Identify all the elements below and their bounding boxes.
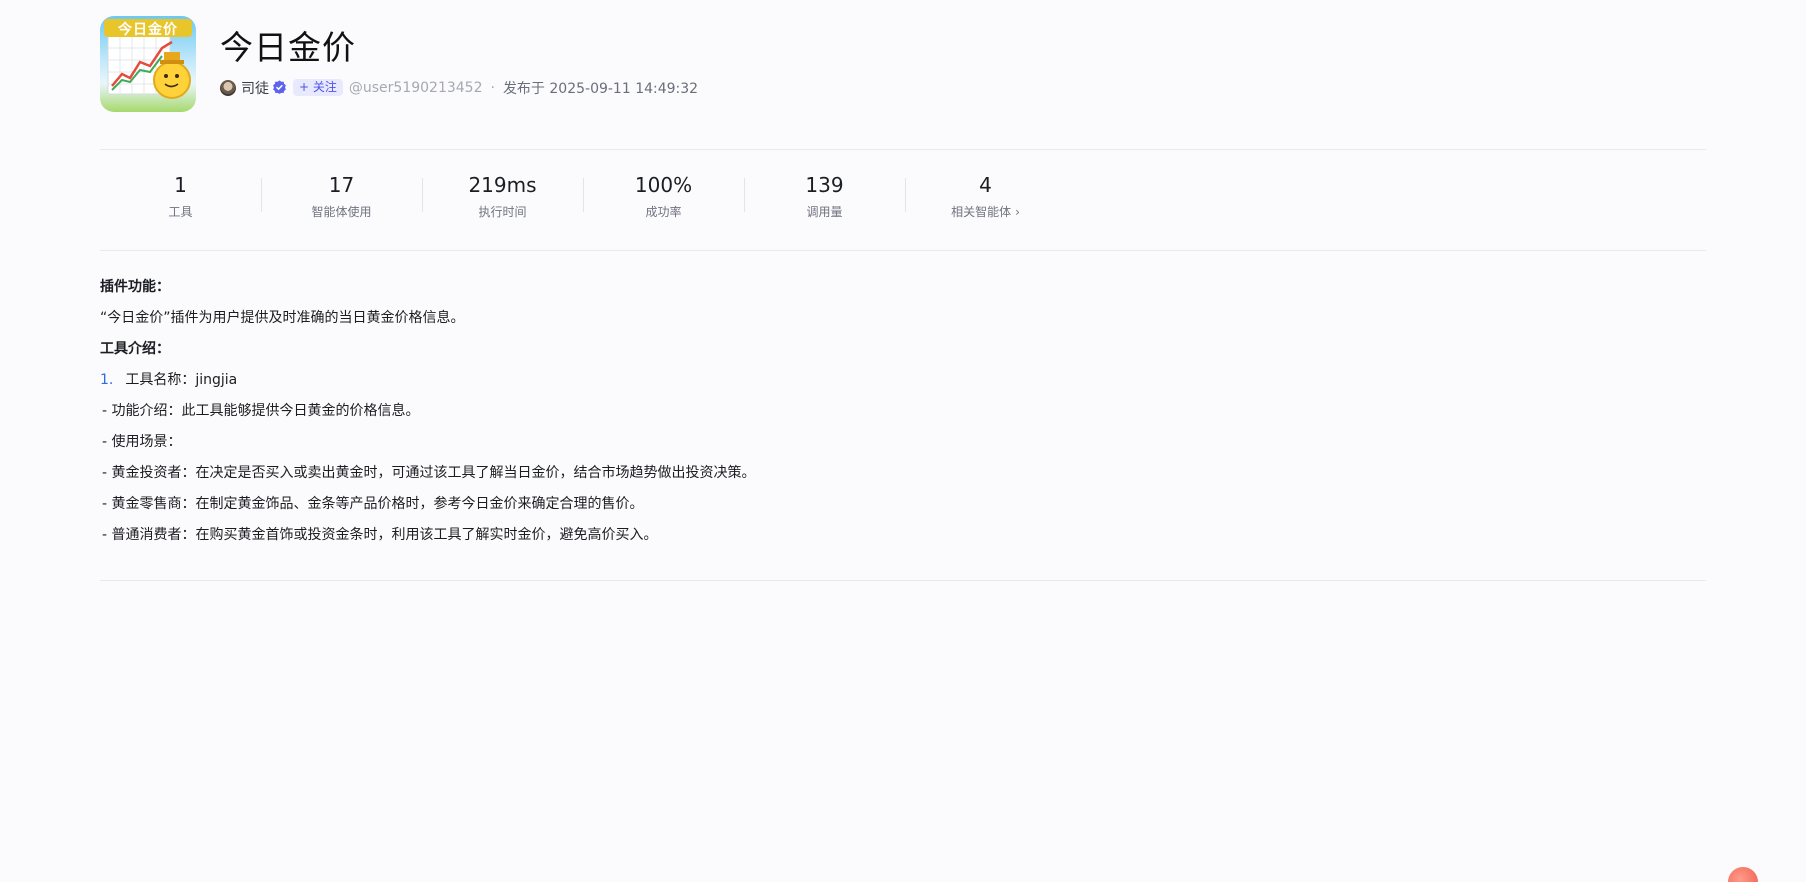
author-avatar[interactable] <box>220 79 236 96</box>
description-line: - 普通消费者：在购买黄金首饰或投资金条时，利用该工具了解实时金价，避免高价买入… <box>102 527 658 543</box>
meta-separator: · <box>490 79 495 96</box>
verified-badge-icon <box>273 80 286 94</box>
stat-value: 4 <box>979 173 992 197</box>
stat-label: 调用量 <box>806 205 843 219</box>
tool-name: 工具名称：jingjia <box>125 372 238 388</box>
stat-agent-usage: 17 智能体使用 <box>261 172 422 220</box>
stat-exec-time: 219ms 执行时间 <box>422 172 583 220</box>
floating-assistant-button[interactable] <box>1728 867 1758 882</box>
related-agents-link[interactable]: 相关智能体 › <box>951 203 1020 220</box>
page-title: 今日金价 <box>220 28 356 67</box>
stat-label-text: 相关智能体 <box>951 205 1012 219</box>
divider-bottom <box>100 580 1706 581</box>
author-meta-row: 司徒 + 关注 @user5190213452 · 发布于 2025-09-11… <box>220 78 698 98</box>
feature-text: “今日金价”插件为用户提供及时准确的当日黄金价格信息。 <box>100 310 465 326</box>
chevron-right-icon: › <box>1015 204 1020 219</box>
publish-time: 发布于 2025-09-11 14:49:32 <box>502 80 699 97</box>
stat-value: 1 <box>174 173 187 197</box>
stat-label: 工具 <box>168 205 193 219</box>
plugin-detail-page: 今日金价 今日金价 司徒 + 关注 @user5190213452 · 发布于 … <box>0 0 1806 882</box>
stat-call-volume: 139 调用量 <box>744 172 905 220</box>
list-number: 1. <box>100 372 114 388</box>
stat-label: 成功率 <box>645 205 682 219</box>
stat-value: 100% <box>634 173 693 197</box>
divider-mid <box>100 250 1706 251</box>
stat-label: 执行时间 <box>478 205 527 219</box>
tool-name-line: 1. 工具名称：jingjia <box>100 365 756 396</box>
follow-button[interactable]: + 关注 <box>293 79 343 97</box>
author-name[interactable]: 司徒 <box>241 78 269 98</box>
stat-related-agents[interactable]: 4 相关智能体 › <box>905 172 1066 220</box>
logo-text: 今日金价 <box>118 22 178 38</box>
description-line: - 黄金零售商：在制定黄金饰品、金条等产品价格时，参考今日金价来确定合理的售价。 <box>102 496 644 512</box>
stat-value: 17 <box>328 173 355 197</box>
tools-heading: 工具介绍： <box>100 341 170 357</box>
plugin-description: 插件功能： “今日金价”插件为用户提供及时准确的当日黄金价格信息。 工具介绍： … <box>100 272 756 551</box>
description-line: - 功能介绍：此工具能够提供今日黄金的价格信息。 <box>102 403 420 419</box>
divider-top <box>100 149 1706 150</box>
title-block: 今日金价 司徒 + 关注 @user5190213452 · 发布于 2025-… <box>220 16 698 98</box>
description-line: - 使用场景： <box>102 434 182 450</box>
stat-label: 智能体使用 <box>311 205 372 219</box>
user-handle: @user5190213452 <box>348 79 483 96</box>
stat-success-rate: 100% 成功率 <box>583 172 744 220</box>
stat-tools: 1 工具 <box>100 172 261 220</box>
description-line: - 黄金投资者：在决定是否买入或卖出黄金时，可通过该工具了解当日金价，结合市场趋… <box>102 465 756 481</box>
feature-heading: 插件功能： <box>100 279 170 295</box>
plugin-logo: 今日金价 <box>100 16 196 112</box>
stat-value: 139 <box>805 173 844 197</box>
stat-value: 219ms <box>468 173 537 197</box>
stats-bar: 1 工具 17 智能体使用 219ms 执行时间 100% 成功率 139 调用… <box>100 172 1066 220</box>
plugin-header: 今日金价 今日金价 司徒 + 关注 @user5190213452 · 发布于 … <box>100 16 698 112</box>
